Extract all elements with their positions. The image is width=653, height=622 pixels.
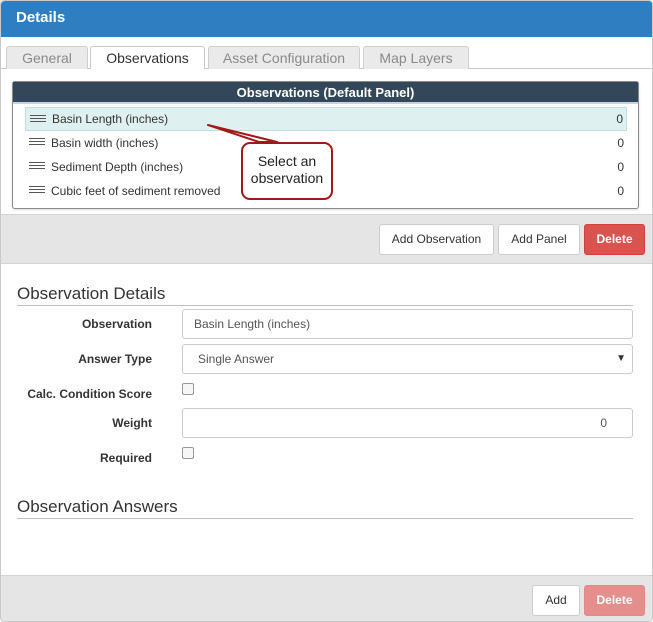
observation-item-label: Cubic feet of sediment removed [51, 184, 221, 198]
callout-line-1: Select an [257, 153, 317, 169]
tab-observations[interactable]: Observations [90, 46, 205, 70]
observation-answers-heading: Observation Answers [17, 497, 633, 519]
add-observation-button[interactable]: Add Observation [379, 224, 494, 255]
answer-type-select[interactable]: Single Answer ▼ [182, 344, 633, 374]
tab-map-layers[interactable]: Map Layers [363, 46, 469, 70]
calc-condition-score-checkbox[interactable] [182, 383, 194, 395]
answer-type-label: Answer Type [78, 352, 152, 366]
observation-item-label: Basin Length (inches) [52, 112, 169, 126]
observation-item-count: 0 [617, 160, 624, 174]
chevron-down-icon: ▼ [616, 353, 626, 364]
calc-condition-score-label: Calc. Condition Score [27, 387, 152, 401]
details-window: Details General Observations Asset Confi… [0, 0, 653, 622]
delete-answer-button[interactable]: Delete [584, 585, 645, 616]
answer-type-value: Single Answer [198, 352, 275, 366]
observation-item-label: Basin width (inches) [51, 136, 159, 150]
weight-input[interactable]: 0 [182, 408, 633, 438]
tab-general[interactable]: General [6, 46, 88, 70]
observations-panel-title: Observations (Default Panel) [13, 82, 638, 104]
observation-details-heading: Observation Details [17, 284, 633, 306]
drag-handle-icon[interactable] [29, 138, 45, 148]
select-observation-callout: Select an observation [241, 142, 333, 200]
observation-item-count: 0 [617, 136, 624, 150]
panel-toolbar: Add Observation Add Panel Delete [1, 214, 652, 264]
required-checkbox[interactable] [182, 447, 194, 459]
observation-name-input[interactable]: Basin Length (inches) [182, 309, 633, 339]
tab-bar: General Observations Asset Configuration… [1, 37, 652, 70]
add-answer-button[interactable]: Add [532, 585, 580, 616]
observation-item-basin-length[interactable]: Basin Length (inches) 0 [25, 107, 627, 131]
tab-asset-configuration[interactable]: Asset Configuration [208, 46, 360, 70]
answers-toolbar: Add Delete [1, 575, 652, 621]
callout-line-2: observation [250, 170, 324, 186]
add-panel-button[interactable]: Add Panel [498, 224, 580, 255]
observation-item-count: 0 [617, 184, 624, 198]
page-title: Details [1, 1, 652, 37]
observation-label: Observation [81, 317, 152, 331]
drag-handle-icon[interactable] [29, 186, 45, 196]
drag-handle-icon[interactable] [29, 162, 45, 172]
observation-item-count: 0 [616, 112, 623, 126]
weight-label: Weight [112, 416, 152, 430]
drag-handle-icon[interactable] [30, 115, 46, 125]
observation-item-label: Sediment Depth (inches) [51, 160, 184, 174]
required-label: Required [99, 451, 152, 465]
delete-panel-button[interactable]: Delete [584, 224, 645, 255]
